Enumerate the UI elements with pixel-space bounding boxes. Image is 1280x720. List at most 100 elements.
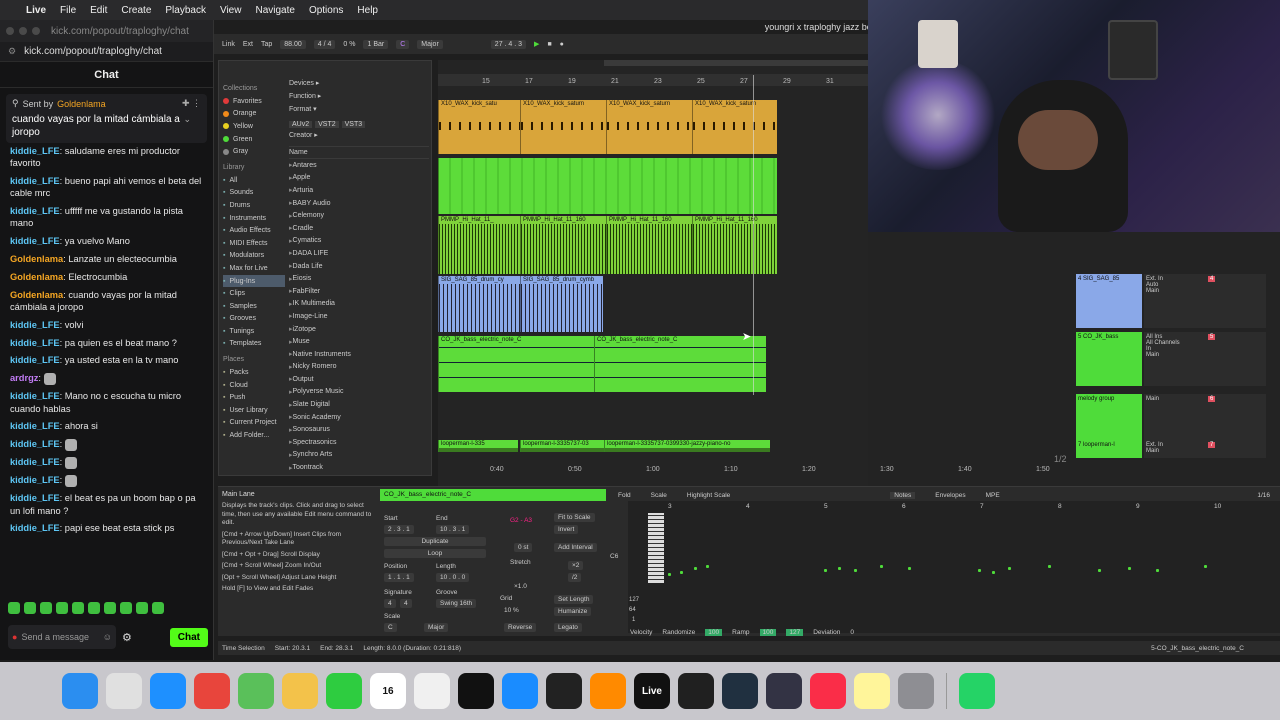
emoji-icon[interactable]: ☺ [103, 632, 112, 642]
chrome-icon[interactable] [194, 673, 230, 709]
audio-clip[interactable]: looperman-l-3335737-03 [520, 440, 606, 452]
chevron-down-icon[interactable]: ⌄ [183, 114, 191, 125]
invert-button[interactable]: Invert [554, 525, 579, 534]
plugin-folder[interactable]: ▸ Toontrack [289, 461, 429, 474]
track-header[interactable]: 4 SIG_SAG_85 Ext. In Auto Main 4 [1076, 274, 1266, 328]
place-current-project[interactable]: ▪ Current Project [223, 417, 285, 430]
filter-devices[interactable]: Devices ▸ [289, 79, 429, 92]
maps-icon[interactable] [238, 673, 274, 709]
chat-username[interactable]: kiddie_LFE [10, 355, 60, 365]
ableton-live-icon[interactable]: Live [634, 673, 670, 709]
plugin-folder[interactable]: ▸ IK Multimedia [289, 298, 429, 311]
collection-gray[interactable]: Gray [223, 145, 285, 158]
menu-edit[interactable]: Edit [90, 5, 107, 16]
plugin-folder[interactable]: ▸ Cradle [289, 222, 429, 235]
minimize-window-icon[interactable] [19, 27, 27, 35]
plugin-folder[interactable]: ▸ Muse [289, 335, 429, 348]
menu-help[interactable]: Help [357, 5, 378, 16]
library-item-drums[interactable]: ▪ Drums [223, 199, 285, 212]
collection-yellow[interactable]: Yellow [223, 120, 285, 133]
groove-menu[interactable]: Swing 16th [436, 599, 477, 608]
midi-note[interactable] [694, 567, 697, 570]
midi-note[interactable] [1048, 565, 1051, 568]
capcut-2-icon[interactable] [546, 673, 582, 709]
chat-username[interactable]: kiddie_LFE [10, 439, 60, 449]
plugin-folder[interactable]: ▸ Celemony [289, 209, 429, 222]
deviation-value[interactable]: 0 [850, 629, 854, 636]
chat-username[interactable]: kiddie_LFE [10, 391, 60, 401]
position-field[interactable]: 1 . 1 . 1 [384, 573, 414, 582]
library-item-templates[interactable]: ▪ Templates [223, 338, 285, 351]
close-window-icon[interactable] [6, 27, 14, 35]
start-field[interactable]: 2 . 3 . 1 [384, 525, 414, 534]
quantize-menu[interactable]: 1 Bar [363, 39, 389, 49]
record-icon[interactable]: ● [560, 41, 564, 48]
track-title-bar[interactable]: 5 CO_JK_bass [1076, 332, 1142, 386]
menu-live[interactable]: Live [26, 5, 46, 16]
collection-green[interactable]: Green [223, 133, 285, 146]
name-column-header[interactable]: Name [289, 146, 429, 159]
library-item-all[interactable]: ▪ All [223, 174, 285, 187]
highlight-scale-button[interactable]: Highlight Scale [687, 492, 730, 499]
chat-username[interactable]: kiddie_LFE [10, 421, 60, 431]
safari-icon[interactable] [150, 673, 186, 709]
track-activator-button[interactable]: 6 [1208, 396, 1216, 402]
tap-tempo-button[interactable]: Tap [261, 41, 272, 48]
output-type-menu[interactable]: Main [1146, 288, 1264, 294]
midi-note[interactable] [854, 569, 857, 572]
humanize-button[interactable]: Humanize [554, 607, 592, 616]
midi-note[interactable] [680, 571, 683, 574]
filter-function[interactable]: Function ▸ [289, 92, 429, 105]
audio-clip[interactable]: CO_JK_bass_electric_note_C [594, 336, 766, 392]
library-item-plug-ins[interactable]: ▪ Plug-Ins [223, 274, 285, 288]
scale-menu[interactable]: Major [417, 39, 443, 49]
library-item-clips[interactable]: ▪ Clips [223, 287, 285, 300]
stop-icon[interactable]: ■ [547, 41, 551, 48]
fit-to-scale-button[interactable]: Fit to Scale [554, 513, 595, 522]
emote-icon[interactable] [72, 602, 84, 614]
signature-denominator[interactable]: 4 [400, 599, 412, 608]
plugin-folder[interactable]: ▸ Slate Digital [289, 398, 429, 411]
app-2-icon[interactable] [766, 673, 802, 709]
transpose-field[interactable]: 0 st [514, 543, 533, 552]
midi-note[interactable] [838, 567, 841, 570]
capcut-icon[interactable] [458, 673, 494, 709]
chat-username[interactable]: Goldenlama [10, 272, 63, 282]
fl-studio-icon[interactable] [590, 673, 626, 709]
clip-name-field[interactable]: CO_JK_bass_electric_note_C [380, 489, 606, 501]
tab-envelopes[interactable]: Envelopes [935, 492, 965, 499]
chat-message-input[interactable]: ● Send a message ☺ [8, 625, 116, 649]
signature-numerator[interactable]: 4 [384, 599, 396, 608]
scale-name-menu[interactable]: Major [424, 623, 449, 632]
reverse-button[interactable]: Reverse [504, 623, 537, 632]
plugin-folder[interactable]: ▸ iZotope [289, 323, 429, 336]
reminders-icon[interactable] [414, 673, 450, 709]
audio-clip[interactable]: looperman-l-3335737-0399330-jazzy-piano-… [604, 440, 770, 452]
filter-format[interactable]: Format ▾ [289, 105, 429, 118]
collection-favorites[interactable]: Favorites [223, 95, 285, 108]
plugin-folder[interactable]: ▸ Synchro Arts [289, 449, 429, 462]
set-length-button[interactable]: Set Length [554, 595, 594, 604]
loop-button[interactable]: Loop [384, 549, 486, 558]
plugin-folder[interactable]: ▸ DADA LIFE [289, 247, 429, 260]
obs-icon[interactable] [678, 673, 714, 709]
audio-clip[interactable]: SIG_SAG_85_drum_cymb [520, 276, 603, 332]
end-field[interactable]: 10 . 3 . 1 [436, 525, 470, 534]
chat-username[interactable]: kiddie_LFE [10, 523, 60, 533]
emote-icon[interactable] [24, 602, 36, 614]
plugin-folder[interactable]: ▸ Output [289, 373, 429, 386]
photos-icon[interactable] [282, 673, 318, 709]
midi-note[interactable] [706, 565, 709, 568]
plugin-folder[interactable]: ▸ Sonic Academy [289, 411, 429, 424]
format-tag-vst2[interactable]: VST2 [315, 121, 339, 128]
launchpad-icon[interactable] [106, 673, 142, 709]
menu-playback[interactable]: Playback [165, 5, 206, 16]
audio-clip[interactable]: PMMP_Hi_Hat_11_160 [692, 216, 777, 274]
track-title-bar[interactable]: 7 looperman-l [1076, 440, 1142, 458]
chat-username[interactable]: kiddie_LFE [10, 206, 60, 216]
midi-note[interactable] [908, 567, 911, 570]
midi-note[interactable] [978, 569, 981, 572]
legato-button[interactable]: Legato [554, 623, 582, 632]
chat-username[interactable]: kiddie_LFE [10, 338, 60, 348]
tab-mpe[interactable]: MPE [986, 492, 1000, 499]
